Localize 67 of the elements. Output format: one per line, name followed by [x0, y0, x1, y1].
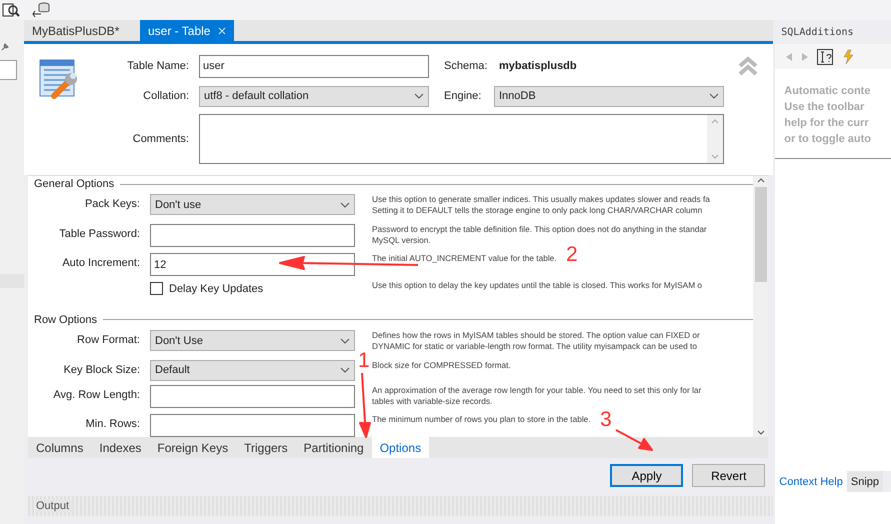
annotation-arrow	[358, 373, 372, 439]
panel-title: SQLAdditions	[781, 26, 854, 38]
table-wrench-icon	[38, 58, 80, 100]
input-field[interactable]	[0, 60, 17, 80]
option-select[interactable]: Don't Use	[150, 330, 355, 352]
option-description: Use this option to delay the key updates until the table is closed. This works for MyISAM o	[371, 280, 702, 292]
action-button[interactable]: Revert	[692, 464, 766, 487]
editor-tab[interactable]: Partitioning	[296, 437, 372, 458]
editor-tab[interactable]: Triggers	[236, 437, 296, 458]
field-label: Schema:	[444, 60, 488, 72]
chevron-down-icon	[414, 93, 424, 99]
option-label: Table Password:	[58, 226, 140, 240]
search-icon[interactable]	[2, 2, 20, 18]
chevron-down-icon	[340, 338, 350, 344]
schema-name: mybatisplusdb	[498, 60, 578, 72]
option-description: Password to encrypt the table definition file. This option does not do anything in the standar MySQL version.	[371, 224, 707, 246]
annotation-number: 2	[566, 244, 578, 265]
editor-tab[interactable]: Options	[372, 437, 430, 458]
close-icon[interactable]	[218, 26, 226, 34]
engine-select[interactable]: InnoDB	[494, 86, 724, 106]
option-select[interactable]: Don't use	[150, 194, 355, 216]
option-field[interactable]	[150, 414, 355, 437]
option-label: Auto Increment:	[61, 256, 140, 270]
collation-select[interactable]: utf8 - default collation	[199, 86, 429, 106]
table-name-field[interactable]: user	[199, 54, 429, 78]
chevron-down-icon	[340, 202, 350, 208]
annotation-number: 3	[600, 409, 612, 430]
option-select[interactable]: Default	[150, 360, 355, 381]
field-label: Comments:	[132, 133, 190, 145]
editor-tab[interactable]: Columns	[28, 437, 92, 458]
option-description: An approximation of the average row length for your table. You need to set this only for lar tables with variable-size records.	[371, 384, 702, 407]
option-description: The minimum number of rows you plan to store in the table.	[371, 414, 591, 426]
chevron-down-icon	[340, 367, 350, 374]
checkbox-label: Delay Key Updates	[169, 282, 264, 295]
field-label: Engine:	[444, 90, 482, 102]
help-cursor-icon[interactable]	[817, 48, 834, 64]
option-label: Pack Keys:	[84, 197, 140, 210]
checkbox[interactable]	[150, 282, 163, 296]
option-label: Avg. Row Length:	[52, 388, 140, 401]
action-button[interactable]: Apply	[610, 464, 684, 487]
option-label: Key Block Size:	[62, 362, 140, 376]
option-field[interactable]: 12	[150, 253, 355, 276]
option-field[interactable]	[150, 224, 355, 247]
annotation-number: 1	[358, 350, 370, 371]
section-title: General Options	[34, 178, 114, 190]
panel-tab[interactable]: Snipp	[846, 471, 883, 492]
option-label: Row Format:	[76, 333, 140, 346]
annotation-arrow	[614, 430, 654, 452]
chevron-down-icon	[709, 93, 719, 99]
option-description: Block size for COMPRESSED format.	[371, 360, 511, 371]
scroll-up-icon[interactable]	[756, 178, 765, 183]
help-text: Automatic conte Use the toolbar help for the curr or to toggle auto	[775, 69, 891, 159]
editor-tab[interactable]: user - Table	[140, 20, 234, 41]
option-description: The initial AUTO_INCREMENT value for the table.	[371, 253, 557, 264]
option-description: Use this option to generate smaller indices. This usually makes updates slower and reads fa Setting it to DEFAULT tells the storage engine to only pack long CHAR/VARCHAR column	[371, 194, 710, 216]
panel-tab[interactable]: Context Help	[775, 471, 847, 492]
section-title: Row Options	[34, 314, 97, 326]
option-label: Min. Rows:	[84, 417, 140, 430]
field-label: Table Name:	[126, 60, 190, 72]
editor-tab[interactable]: Indexes	[91, 437, 150, 458]
editor-tab[interactable]: Foreign Keys	[149, 437, 236, 458]
scrollbar-thumb[interactable]	[754, 187, 767, 282]
field-label: Collation:	[142, 90, 190, 102]
panel-title: Output	[36, 500, 74, 512]
option-field[interactable]	[150, 384, 355, 408]
option-description: Defines how the rows in MyISAM tables should be stored. The option value can FIXED or DYNAMIC for static or variable-length row format. The utility myisampack can be used to	[371, 330, 700, 352]
scroll-down-icon[interactable]	[756, 430, 765, 435]
